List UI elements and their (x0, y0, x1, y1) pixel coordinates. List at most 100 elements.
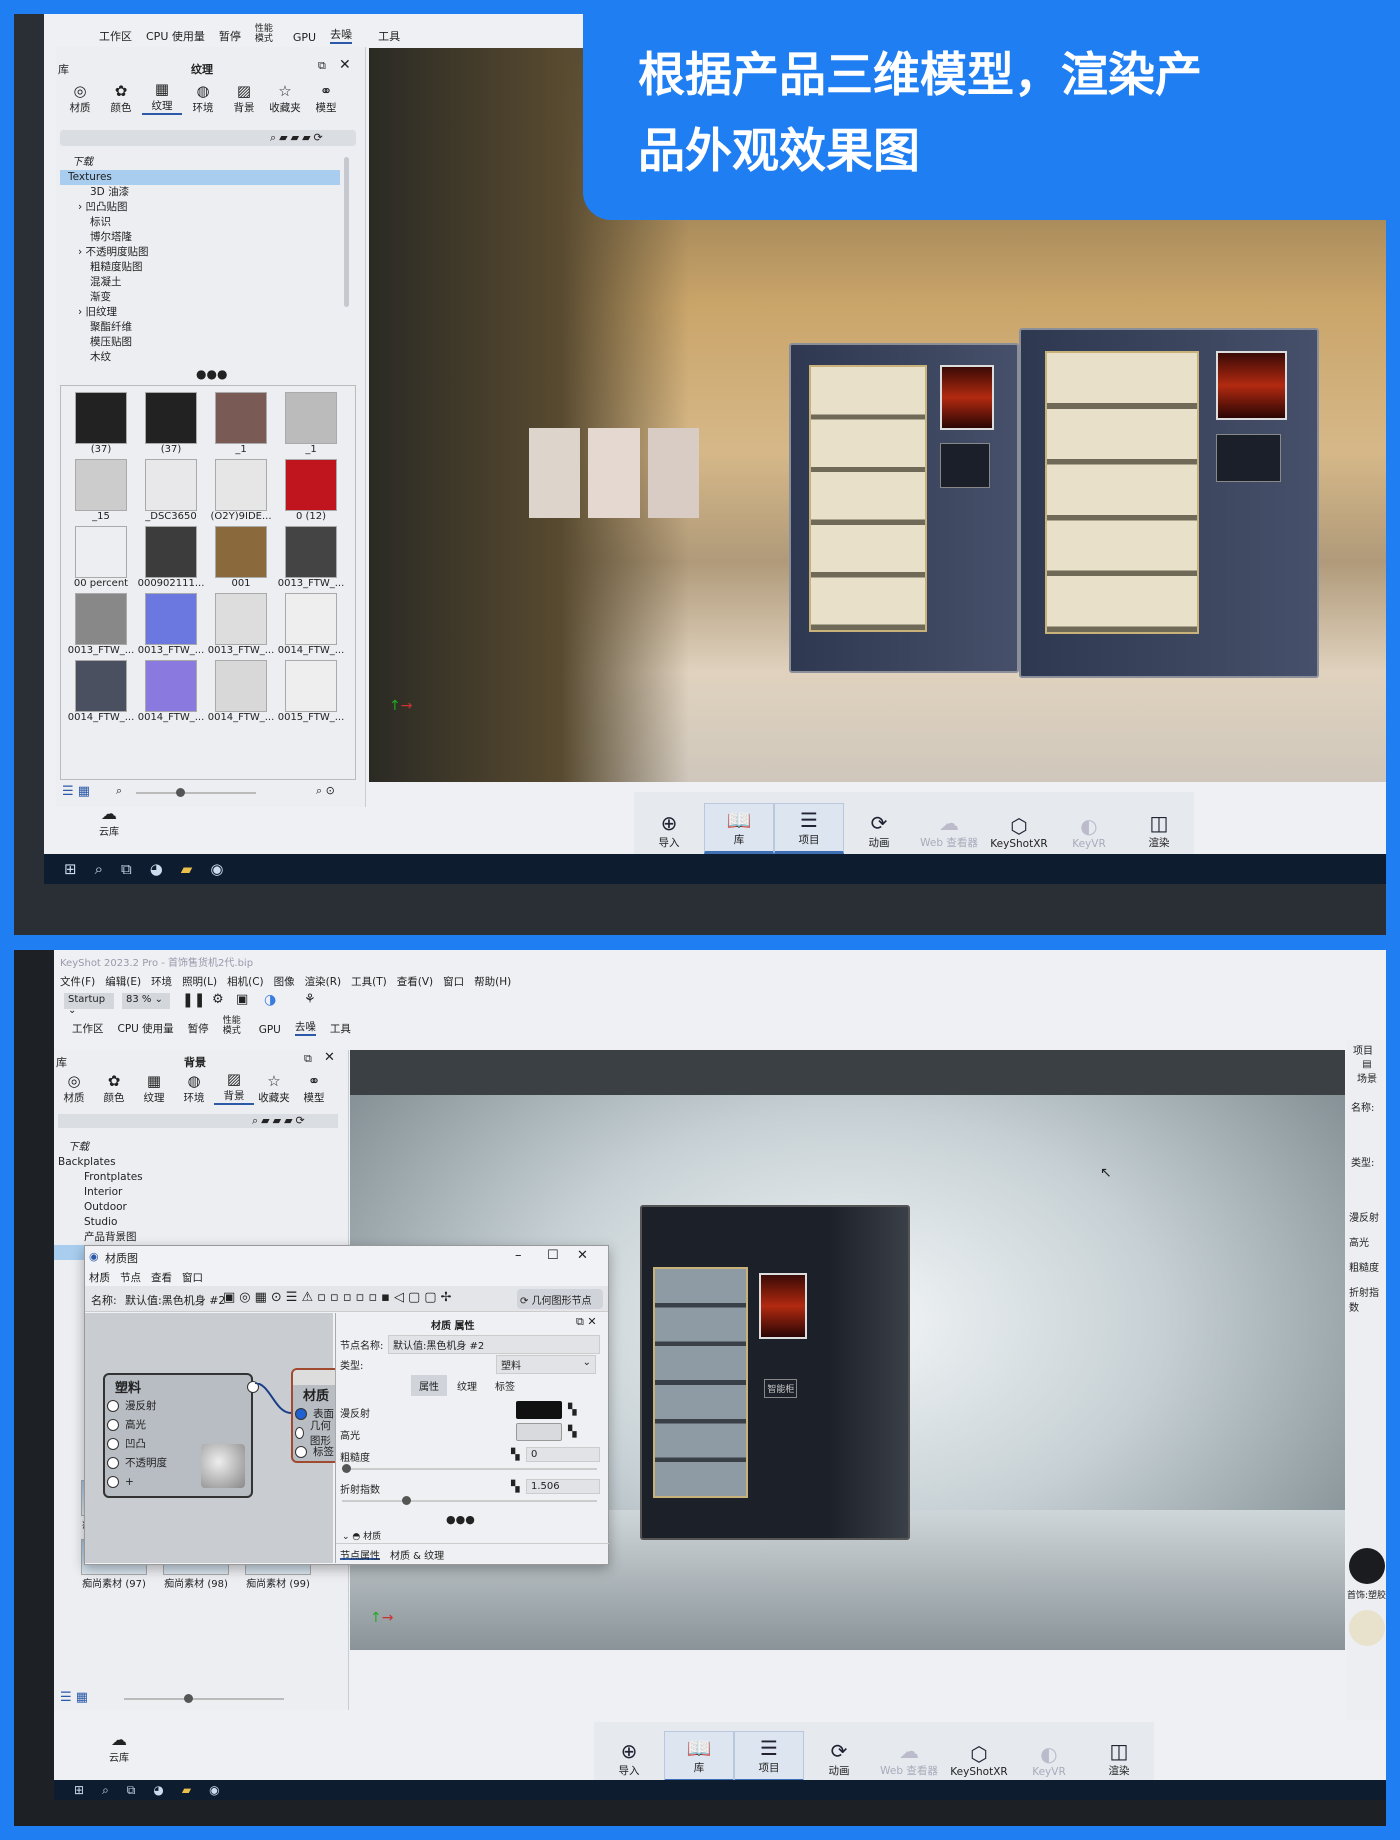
gpu-icon[interactable]: ▣ (236, 992, 248, 1007)
texture-thumbnail[interactable]: 0 (12) (277, 459, 345, 522)
toolbar-denoise[interactable]: 去噪 (294, 1019, 316, 1036)
tab-globe[interactable]: ◍ 环境 (174, 1072, 214, 1105)
dock-project[interactable]: ☰ 项目 (734, 1731, 804, 1782)
diffuse-color-swatch[interactable] (516, 1401, 562, 1419)
roughness-slider[interactable] (342, 1464, 597, 1473)
texture-map-icon[interactable]: ▚ (511, 1448, 519, 1461)
tree-item[interactable]: 标识 (60, 215, 340, 230)
texture-thumbnail[interactable]: 0013_FTW_... (207, 593, 275, 656)
float-icon[interactable]: ⧉ (304, 1052, 312, 1066)
dock-keyshotxr[interactable]: ⬡ KeyShotXR (984, 810, 1054, 854)
port-socket[interactable] (295, 1445, 307, 1458)
menu-item[interactable]: 文件(F) (60, 974, 95, 989)
menu-item[interactable]: 窗口 (443, 974, 464, 989)
toolbar-cpu[interactable]: CPU 使用量 (146, 28, 205, 44)
port-socket[interactable] (107, 1418, 119, 1431)
tree-item[interactable]: › 不透明度贴图 (60, 245, 340, 260)
texture-thumbnail[interactable]: 000902111... (137, 526, 205, 589)
toolbar-performance[interactable]: 性能模式 (255, 24, 279, 44)
dock-import[interactable]: ⊕ 导入 (634, 807, 704, 854)
menu-item[interactable]: 图像 (274, 974, 295, 989)
float-icon[interactable]: ⧉ ✕ (576, 1315, 597, 1329)
maximize-icon[interactable]: ☐ (547, 1248, 559, 1263)
port-socket[interactable] (107, 1475, 119, 1488)
float-icon[interactable]: ⧉ (318, 59, 326, 73)
node-name-field[interactable]: 默认值:黑色机身 #2 (388, 1335, 600, 1354)
minimize-icon[interactable]: – (515, 1248, 522, 1263)
tab-properties[interactable]: 属性 (411, 1375, 447, 1396)
dock-project[interactable]: ☰ 项目 (774, 803, 844, 854)
tree-item[interactable]: Interior (54, 1185, 339, 1200)
port-socket[interactable] (107, 1456, 119, 1469)
tab-material-texture[interactable]: 材质 & 纹理 (390, 1547, 444, 1562)
folder-icon[interactable]: ▰ (182, 1783, 191, 1797)
texture-thumbnail[interactable]: _1 (277, 392, 345, 455)
scene-tab[interactable]: ▤ 场景 (1347, 1059, 1386, 1085)
toolbar-performance[interactable]: 性能模式 (223, 1016, 245, 1036)
task-view-icon[interactable]: ⧉ (121, 860, 132, 878)
port-socket[interactable] (107, 1437, 119, 1450)
menu-item[interactable]: 编辑(E) (105, 974, 141, 989)
toolbar-tools[interactable]: 工具 (378, 28, 400, 44)
texture-thumbnail[interactable]: 00 percent (67, 526, 135, 589)
graph-menu-item[interactable]: 窗口 (182, 1270, 203, 1285)
tree-item[interactable]: 博尔塔隆 (60, 230, 340, 245)
dock-keyvr[interactable]: ◐ KeyVR (1014, 1738, 1084, 1782)
node-port[interactable]: 标签 (295, 1442, 339, 1461)
type-select[interactable]: 塑料 ⌄ (496, 1355, 596, 1374)
tab-star[interactable]: ☆ 收藏夹 (254, 1072, 294, 1105)
node-port[interactable]: 几何图形 (295, 1420, 339, 1447)
menu-item[interactable]: 查看(V) (397, 974, 433, 989)
dock-web-viewer[interactable]: ☁ Web 查看器 (874, 1735, 944, 1782)
cpu-select[interactable]: 83 % ⌄ (122, 993, 170, 1009)
tree-item[interactable]: Outdoor (54, 1200, 339, 1215)
dock-animation[interactable]: ⟳ 动画 (844, 807, 914, 854)
more-icon[interactable]: ●●● (446, 1513, 475, 1526)
tree-item[interactable]: Textures (60, 170, 340, 185)
ior-value[interactable]: 1.506 (526, 1479, 600, 1494)
texture-map-icon[interactable]: ▚ (568, 1425, 576, 1438)
search-icon[interactable]: ⌕ (95, 860, 103, 878)
texture-thumbnail[interactable]: _DSC3650 (137, 459, 205, 522)
tab-texture[interactable]: 纹理 (449, 1375, 485, 1396)
dock-book[interactable]: 📖 库 (704, 803, 774, 854)
tree-item[interactable]: 混凝土 (60, 275, 340, 290)
folder-icon[interactable]: ▰ (181, 860, 193, 878)
plastic-node[interactable]: 塑料 漫反射 高光 凹凸 不透明度 + (103, 1373, 259, 1498)
menu-item[interactable]: 照明(L) (182, 974, 217, 989)
texture-thumbnail[interactable]: 001 (207, 526, 275, 589)
dock-keyvr[interactable]: ◐ KeyVR (1054, 810, 1124, 854)
thumbnail-size-slider[interactable] (136, 788, 256, 797)
tree-item[interactable]: Backplates (54, 1155, 339, 1170)
dock-book[interactable]: 📖 库 (664, 1731, 734, 1782)
toolbar-tools[interactable]: 工具 (330, 1021, 351, 1036)
dock-web-viewer[interactable]: ☁ Web 查看器 (914, 807, 984, 854)
tree-item[interactable]: Frontplates (54, 1170, 339, 1185)
tree-item[interactable]: 3D 油漆 (60, 185, 340, 200)
tree-item[interactable]: 粗糙度贴图 (60, 260, 340, 275)
texture-thumbnail[interactable]: (37) (67, 392, 135, 455)
texture-thumbnail[interactable]: 0013_FTW_... (137, 593, 205, 656)
tree-scrollbar[interactable] (344, 157, 349, 307)
zoom-out-icon[interactable]: ⌕ (116, 784, 122, 798)
tab-globe[interactable]: ◍ 环境 (183, 82, 223, 115)
port-socket[interactable] (295, 1407, 307, 1420)
texture-thumbnail[interactable]: _1 (207, 392, 275, 455)
view-toggle-icon[interactable]: ☰ ▦ (60, 1690, 88, 1705)
texture-thumbnail[interactable]: 0014_FTW_... (277, 593, 345, 656)
menu-item[interactable]: 环境 (151, 974, 172, 989)
edge-icon[interactable]: ◕ (153, 1783, 163, 1797)
graph-tool-icons[interactable]: ▣◎▦⊙☰⚠▫▫▫▫▫▪◁▢▢✢ (223, 1290, 455, 1305)
close-icon[interactable]: ✕ (339, 57, 351, 73)
tab-texture[interactable]: ▦ 纹理 (134, 1072, 174, 1105)
start-icon[interactable]: ⊞ (64, 860, 77, 878)
node-canvas[interactable]: 塑料 漫反射高光凹凸不透明度+ 默 材质 表面几何图形标签 (85, 1313, 351, 1563)
port-socket[interactable] (295, 1426, 304, 1439)
tab-model[interactable]: ⚭ 模型 (294, 1072, 334, 1105)
folder-tools-icon[interactable]: ⌕▰▰▰⟳ (252, 1114, 308, 1128)
tab-star[interactable]: ☆ 收藏夹 (265, 82, 305, 115)
material-swatch-dark[interactable] (1349, 1548, 1385, 1584)
keyshot-icon[interactable]: ◉ (209, 1783, 219, 1797)
tree-item[interactable]: 聚酯纤维 (60, 320, 340, 335)
tab-label[interactable]: 标签 (487, 1375, 523, 1396)
